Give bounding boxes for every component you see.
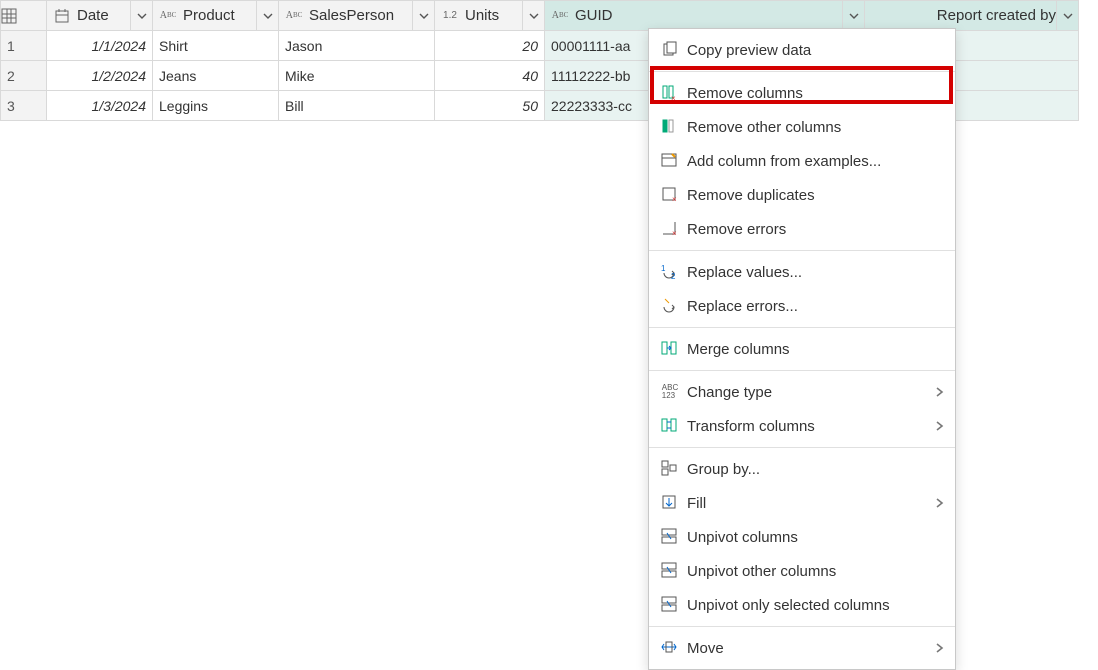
unpivot-selected-icon [657,596,683,614]
abc-type-icon: ABC [283,7,305,25]
menu-move[interactable]: Move [649,631,955,665]
menu-separator [649,250,955,251]
col-header-guid: ABC GUID [545,1,865,31]
move-icon [657,639,683,657]
replace-values-icon [657,263,683,281]
table-corner[interactable] [1,1,47,31]
menu-separator [649,71,955,72]
row-number[interactable]: 1 [1,31,47,61]
col-label: GUID [573,7,842,24]
menu-unpivot-selected[interactable]: Unpivot only selected columns [649,588,955,622]
change-type-icon: ABC 123 [657,384,683,400]
chevron-right-icon [931,421,945,431]
copy-icon [657,41,683,59]
menu-unpivot-other[interactable]: Unpivot other columns [649,554,955,588]
menu-fill[interactable]: Fill [649,486,955,520]
filter-dropdown[interactable] [412,1,434,30]
add-col-examples-icon [657,152,683,170]
unpivot-other-icon [657,562,683,580]
abc-type-icon: ABC [549,7,571,25]
row-number[interactable]: 3 [1,91,47,121]
menu-separator [649,327,955,328]
unpivot-icon [657,528,683,546]
remove-duplicates-icon [657,186,683,204]
number-type-icon: 1.2 [439,7,461,25]
menu-change-type[interactable]: ABC 123 Change type [649,375,955,409]
group-by-icon [657,460,683,478]
row-number[interactable]: 2 [1,61,47,91]
remove-errors-icon [657,220,683,238]
col-label: Date [75,7,130,24]
merge-columns-icon [657,340,683,358]
menu-remove-columns[interactable]: Remove columns [649,76,955,110]
filter-dropdown[interactable] [842,1,864,30]
filter-dropdown[interactable] [522,1,544,30]
menu-unpivot-columns[interactable]: Unpivot columns [649,520,955,554]
menu-remove-other-columns[interactable]: Remove other columns [649,110,955,144]
menu-group-by[interactable]: Group by... [649,452,955,486]
col-header-product: ABC Product [153,1,279,31]
menu-replace-values[interactable]: Replace values... [649,255,955,289]
chevron-right-icon [931,498,945,508]
menu-replace-errors[interactable]: Replace errors... [649,289,955,323]
menu-transform-columns[interactable]: Transform columns [649,409,955,443]
col-label: Product [181,7,256,24]
column-context-menu: Copy preview data Remove columns Remove … [648,28,956,670]
menu-separator [649,447,955,448]
col-label: SalesPerson [307,7,412,24]
col-label: Report created by [893,7,1056,24]
menu-separator [649,370,955,371]
col-header-createdby: A Report created by [865,1,1079,31]
col-label: Units [463,7,522,24]
chevron-right-icon [931,387,945,397]
menu-add-from-examples[interactable]: Add column from examples... [649,144,955,178]
filter-dropdown[interactable] [1056,1,1078,30]
abc-type-icon: ABC [157,7,179,25]
transform-columns-icon [657,417,683,435]
menu-remove-duplicates[interactable]: Remove duplicates [649,178,955,212]
calendar-icon [51,7,73,25]
fill-icon [657,494,683,512]
filter-dropdown[interactable] [256,1,278,30]
col-header-date: Date [47,1,153,31]
menu-separator [649,626,955,627]
remove-columns-icon [657,84,683,102]
menu-merge-columns[interactable]: Merge columns [649,332,955,366]
menu-copy-preview[interactable]: Copy preview data [649,33,955,67]
col-header-salesperson: ABC SalesPerson [279,1,435,31]
replace-errors-icon [657,297,683,315]
keep-columns-icon [657,118,683,136]
chevron-right-icon [931,643,945,653]
menu-remove-errors[interactable]: Remove errors [649,212,955,246]
col-header-units: 1.2 Units [435,1,545,31]
filter-dropdown[interactable] [130,1,152,30]
